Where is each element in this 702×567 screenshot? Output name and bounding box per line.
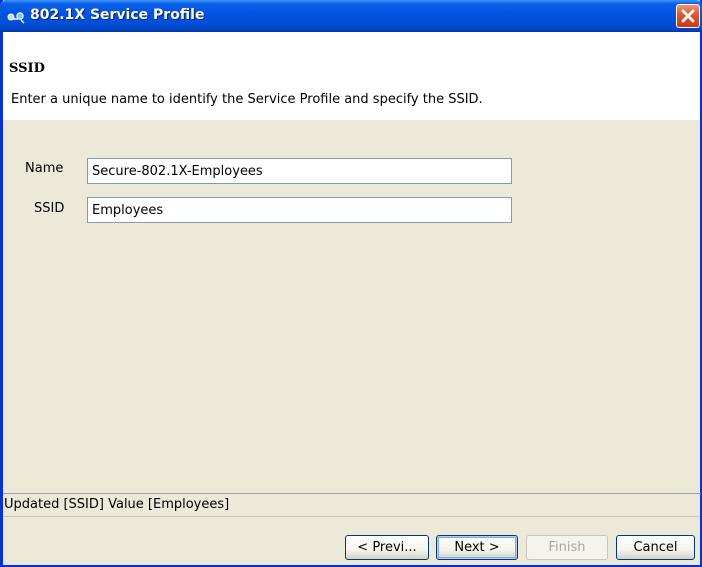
finish-button[interactable]: Finish — [526, 535, 608, 560]
status-bar: Updated [SSID] Value [Employees] — [3, 493, 701, 516]
name-label: Name — [25, 161, 64, 176]
dialog-window: 802.1X Service Profile SSID Enter a uniq… — [0, 0, 702, 567]
page-description: Enter a unique name to identify the Serv… — [11, 92, 483, 107]
ssid-field[interactable] — [87, 197, 512, 223]
network-icon — [7, 9, 25, 24]
previous-button[interactable]: < Previ... — [345, 535, 429, 560]
window-title: 802.1X Service Profile — [30, 7, 205, 23]
page-title: SSID — [9, 61, 45, 76]
name-field[interactable] — [87, 158, 512, 184]
cancel-button[interactable]: Cancel — [616, 535, 695, 560]
next-button[interactable]: Next > — [436, 535, 518, 560]
button-bar: < Previ... Next > Finish Cancel — [3, 516, 700, 566]
header-panel: SSID Enter a unique name to identify the… — [3, 32, 700, 120]
title-bar[interactable]: 802.1X Service Profile — [0, 0, 702, 32]
close-icon — [681, 9, 695, 23]
close-button[interactable] — [676, 4, 700, 28]
ssid-label: SSID — [34, 201, 65, 216]
